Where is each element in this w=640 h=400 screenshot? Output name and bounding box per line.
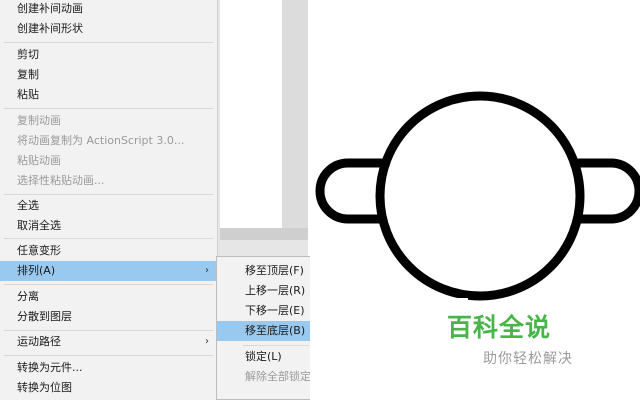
menu-item-copy[interactable]: 复制 — [0, 65, 217, 85]
menu-item-motion-path[interactable]: 运动路径 › — [0, 332, 217, 352]
menu-item-cut[interactable]: 剪切 — [0, 45, 217, 65]
menu-item-paste[interactable]: 粘贴 — [0, 85, 217, 105]
menu-separator — [4, 284, 213, 285]
menu-separator — [4, 108, 213, 109]
menu-item-select-all[interactable]: 全选 — [0, 196, 217, 216]
submenu-item-bring-forward[interactable]: 上移一层(R) — [217, 281, 310, 301]
shape-right-handle — [576, 158, 640, 224]
menu-separator — [4, 330, 213, 331]
menu-item-break-apart[interactable]: 分离 — [0, 287, 217, 307]
menu-item-deselect-all[interactable]: 取消全选 — [0, 216, 217, 236]
submenu-item-unlock-all[interactable]: 解除全部锁定 — [217, 367, 310, 387]
menu-item-copy-motion[interactable]: 复制动画 — [0, 111, 217, 131]
menu-item-paste-motion-special[interactable]: 选择性粘贴动画... — [0, 171, 217, 191]
menu-separator — [4, 238, 213, 239]
submenu-item-send-backward[interactable]: 下移一层(E) — [217, 301, 310, 321]
stage-area — [220, 0, 282, 228]
menu-item-motion-path-label: 运动路径 — [17, 335, 61, 348]
submenu-item-bring-to-front[interactable]: 移至顶层(F) — [217, 261, 310, 281]
chevron-right-icon: › — [205, 336, 209, 347]
panel-bar — [220, 228, 308, 240]
watermark-title: 百科全说 — [447, 313, 552, 342]
watermark-gap — [452, 298, 468, 306]
context-menu: 创建补间动画 创建补间形状 剪切 复制 粘贴 复制动画 将动画复制为 Actio… — [0, 0, 218, 400]
arrange-submenu: 移至顶层(F) 上移一层(R) 下移一层(E) 移至底层(B) 锁定(L) 解除… — [216, 256, 310, 400]
shape-left-handle — [315, 158, 383, 224]
menu-item-create-shape-tween[interactable]: 创建补间形状 — [0, 19, 217, 39]
menu-item-convert-to-bitmap[interactable]: 转换为位图 — [0, 378, 217, 398]
menu-separator — [4, 194, 213, 195]
menu-item-paste-motion[interactable]: 粘贴动画 — [0, 151, 217, 171]
menu-item-distribute-to-layers[interactable]: 分散到图层 — [0, 307, 217, 327]
submenu-item-send-to-back[interactable]: 移至底层(B) — [217, 321, 310, 341]
watermark-subtitle: 助你轻松解决 — [483, 351, 573, 367]
menu-separator — [243, 345, 309, 346]
menu-item-convert-to-symbol[interactable]: 转换为元件... — [0, 358, 217, 378]
menu-item-free-transform[interactable]: 任意变形 — [0, 241, 217, 261]
menu-separator — [4, 355, 213, 356]
submenu-item-lock[interactable]: 锁定(L) — [217, 347, 310, 367]
menu-separator — [4, 42, 213, 43]
menu-item-arrange-label: 排列(A) — [17, 264, 56, 277]
menu-item-copy-motion-as-as3[interactable]: 将动画复制为 ActionScript 3.0... — [0, 131, 217, 151]
menu-item-arrange[interactable]: 排列(A) › — [0, 261, 217, 281]
shape-circle — [375, 91, 585, 301]
menu-item-create-motion-tween[interactable]: 创建补间动画 — [0, 0, 217, 19]
panel-gutter — [282, 0, 308, 228]
chevron-right-icon: › — [205, 265, 209, 276]
